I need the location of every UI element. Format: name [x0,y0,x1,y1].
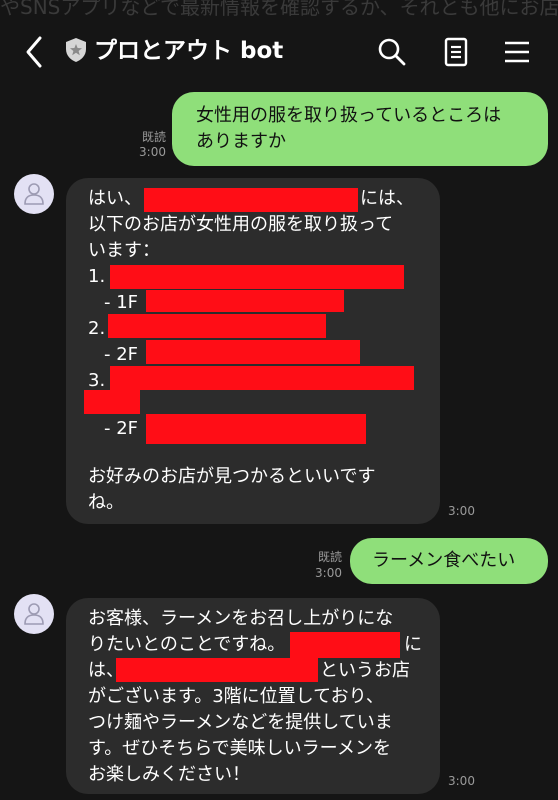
read-receipt: 既読 [317,550,342,564]
message-line: お好みのお店が見つかるといいです [88,466,376,487]
message-line: 以下のお店が女性用の服を取り扱って [88,214,394,235]
message-line: す。ぜひそちらで美味しいラーメンを [88,738,391,759]
message-line: はい、 [88,188,142,209]
redaction [116,658,318,682]
person-icon [24,183,44,205]
message-time: 3:00 [139,145,166,159]
redaction [144,188,358,212]
message-line: - 2F [104,344,139,365]
message-line: つけ麺やラーメンなどを提供していま [88,712,393,733]
shield-icon [66,38,86,62]
read-receipt: 既読 [141,130,166,144]
search-icon[interactable] [376,36,408,68]
redaction [84,390,140,414]
message-line: というお店 [320,660,410,681]
message-line: お客様、ラーメンをお召し上がりにな [88,608,394,629]
redaction [108,314,326,338]
redaction [290,632,400,658]
message-line: お楽しみください！ [88,764,250,785]
message-time: 3:00 [315,566,342,580]
redaction [146,340,360,364]
message-line: に [404,634,422,655]
redaction [110,265,404,289]
person-icon [24,603,44,625]
bot-message-bubble[interactable]: はい、 には、 以下のお店が女性用の服を取り扱って います： 1. あ - 1F… [66,178,440,524]
message-line: - 2F [104,418,139,439]
message-line: 2. [88,318,106,339]
user-message-bubble[interactable]: ラーメン食べたい [350,538,548,584]
message-line: には、 [360,188,414,209]
bot-avatar[interactable] [14,174,54,214]
redaction [146,414,366,444]
message-line: がございます。3階に位置しており、 [88,686,384,707]
redaction [110,366,414,390]
message-time: 3:00 [448,774,475,788]
notes-icon[interactable] [440,36,472,68]
redaction [146,290,344,312]
message-line: います： [88,240,160,261]
menu-icon[interactable] [501,36,533,68]
message-line: - 1F [104,292,139,313]
bot-message-bubble[interactable]: お客様、ラーメンをお召し上がりにな りたいとのことですね。 に は、 というお店… [66,598,440,794]
message-line: ありますか [196,131,286,152]
message-line: 女性用の服を取り扱っているところは [196,105,502,126]
message-time: 3:00 [448,504,475,518]
chat-title: プロとアウト bot [94,38,284,64]
message-line: ね。 [88,492,124,513]
chevron-left-icon[interactable] [20,34,48,70]
user-message-bubble[interactable]: 女性用の服を取り扱っているところは ありますか [172,92,548,166]
bot-avatar[interactable] [14,594,54,634]
message-line: りたいとのことですね。 [88,634,286,655]
chat-header: プロとアウト bot [0,26,558,76]
